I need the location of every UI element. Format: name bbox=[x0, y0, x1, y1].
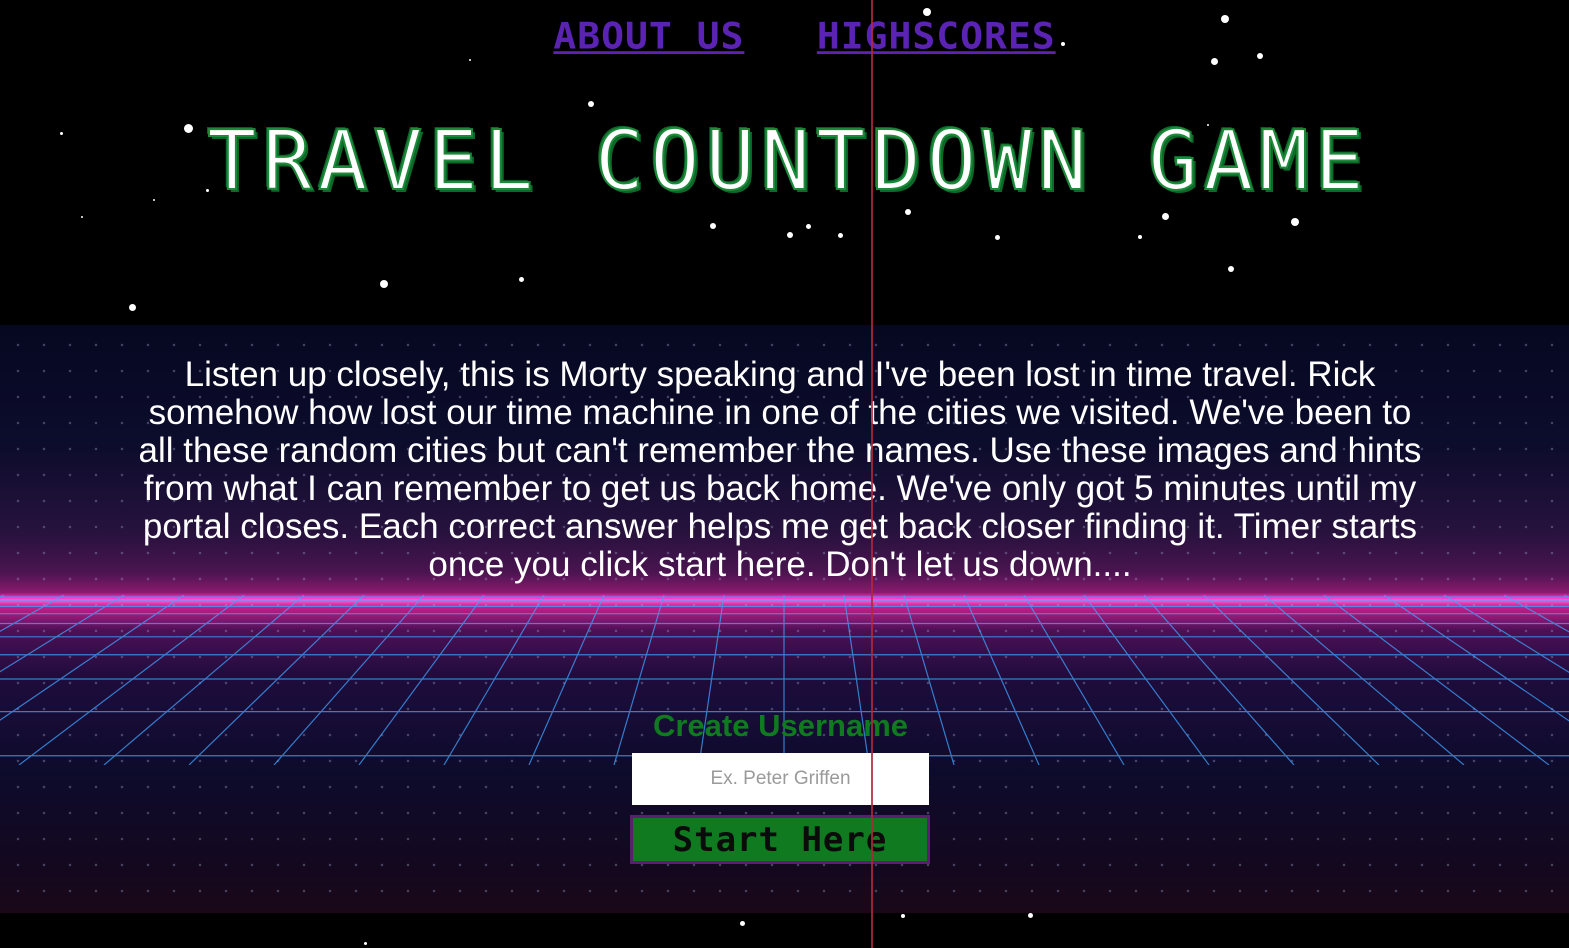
username-input[interactable] bbox=[632, 753, 929, 805]
star bbox=[380, 280, 388, 288]
star bbox=[363, 941, 367, 945]
star bbox=[739, 920, 745, 926]
starfield-footer bbox=[0, 912, 1569, 948]
star bbox=[994, 234, 1000, 240]
star bbox=[81, 216, 83, 218]
grid-vertical-line bbox=[1563, 595, 1569, 599]
star bbox=[710, 223, 716, 229]
star bbox=[1228, 266, 1234, 272]
username-label: Create Username bbox=[652, 708, 909, 743]
star bbox=[588, 101, 594, 107]
star bbox=[1138, 235, 1142, 239]
start-button[interactable]: Start Here bbox=[630, 815, 930, 864]
page: ABOUT US HIGHSCORES TRAVEL COUNTDOWN GAM… bbox=[0, 0, 1569, 948]
star bbox=[837, 232, 843, 238]
star bbox=[1291, 218, 1299, 226]
star bbox=[787, 232, 793, 238]
star bbox=[469, 59, 471, 61]
star bbox=[901, 914, 905, 918]
star bbox=[128, 303, 136, 311]
nav-link-about-us[interactable]: ABOUT US bbox=[553, 15, 744, 57]
star bbox=[1027, 912, 1033, 918]
star bbox=[1210, 57, 1218, 65]
vertical-guide-line bbox=[871, 0, 873, 948]
star bbox=[1161, 212, 1169, 220]
story-text: Listen up closely, this is Morty speakin… bbox=[138, 355, 1422, 584]
page-title: TRAVEL COUNTDOWN GAME bbox=[206, 113, 1370, 210]
star bbox=[518, 276, 524, 282]
star bbox=[805, 223, 811, 229]
nav-link-highscores[interactable]: HIGHSCORES bbox=[817, 15, 1056, 57]
top-nav: ABOUT US HIGHSCORES bbox=[0, 14, 1569, 58]
